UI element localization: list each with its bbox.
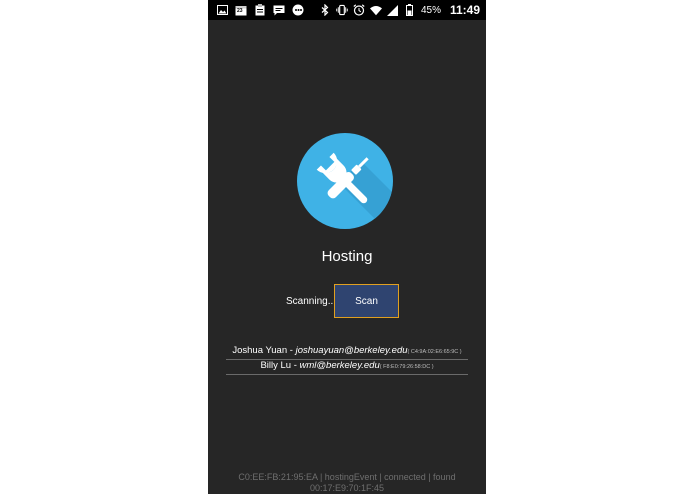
system-icons: 45% 11:49 xyxy=(319,3,486,17)
scan-status-text: Scanning... xyxy=(286,296,337,307)
battery-percent: 45% xyxy=(420,4,441,16)
device-name: Joshua Yuan xyxy=(232,345,288,356)
device-email: joshuayuan@berkeley.edu xyxy=(295,345,408,356)
status-bar: 23 45% 11:49 xyxy=(208,0,486,20)
phone-screen: 23 45% 11:49 Hosting Scanning... Scan Jo… xyxy=(208,0,486,494)
device-mac: ( C4:9A:02:E6:65:9C ) xyxy=(407,349,462,355)
list-item[interactable]: Joshua Yuan - joshuayuan@berkeley.edu( C… xyxy=(226,345,468,360)
list-item[interactable]: Billy Lu - wml@berkeley.edu( F8:E0:79:26… xyxy=(226,360,468,375)
device-list: Joshua Yuan - joshuayuan@berkeley.edu( C… xyxy=(226,345,468,375)
clipboard-icon xyxy=(254,4,266,16)
calendar-day: 23 xyxy=(237,8,243,14)
bluetooth-icon xyxy=(319,4,331,16)
chat-icon xyxy=(292,4,304,16)
battery-icon xyxy=(404,4,416,16)
device-separator: - xyxy=(287,345,296,356)
alarm-icon xyxy=(353,4,365,16)
page-title: Hosting xyxy=(321,248,373,265)
device-name: Billy Lu xyxy=(260,360,292,371)
notification-icons: 23 xyxy=(208,4,304,16)
scan-button[interactable]: Scan xyxy=(334,284,399,318)
message-icon xyxy=(273,4,285,16)
signal-icon xyxy=(387,4,399,16)
image-icon xyxy=(216,4,228,16)
wifi-icon xyxy=(369,4,382,16)
clock: 11:49 xyxy=(449,3,480,17)
connection-status-footer: C0:EE:FB:21:95:EA | hostingEvent | conne… xyxy=(238,472,456,493)
wrench-screwdriver-icon xyxy=(297,133,393,229)
vibrate-icon xyxy=(336,4,348,16)
device-email: wml@berkeley.edu xyxy=(299,360,380,371)
scan-row: Scanning... Scan xyxy=(208,284,486,320)
calendar-icon: 23 xyxy=(235,4,247,16)
device-mac: ( F8:E0:79:26:58:DC ) xyxy=(379,364,434,370)
device-separator: - xyxy=(291,360,300,371)
